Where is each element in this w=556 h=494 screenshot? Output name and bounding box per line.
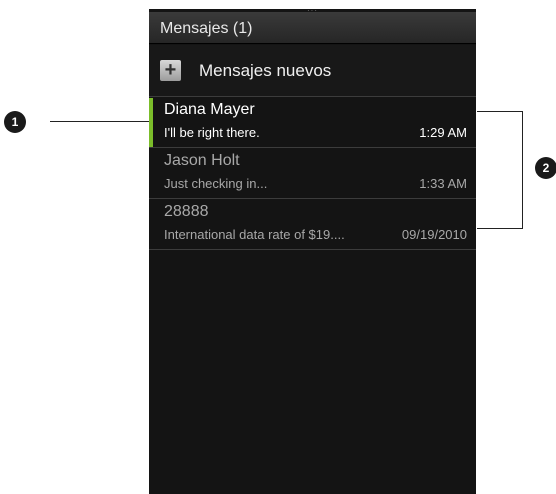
message-preview: International data rate of $19....: [164, 227, 345, 242]
unread-indicator: [149, 98, 153, 147]
list-item[interactable]: Jason Holt Just checking in... 1:33 AM: [149, 147, 476, 198]
new-message-button[interactable]: + Mensajes nuevos: [149, 45, 476, 96]
message-time: 09/19/2010: [401, 227, 467, 242]
title-bar: Mensajes (1): [149, 12, 476, 44]
sender-name: Diana Mayer: [164, 101, 255, 118]
message-time: 1:33 AM: [419, 176, 467, 191]
phone-screen: ··· Mensajes (1) + Mensajes nuevos Diana…: [149, 9, 476, 494]
callout-2: 2: [535, 157, 556, 179]
new-message-label: Mensajes nuevos: [199, 61, 332, 80]
message-preview: Just checking in...: [164, 176, 268, 191]
sender-name: Jason Holt: [164, 152, 240, 169]
message-preview: I'll be right there.: [164, 125, 260, 140]
callout-2-bracket: [477, 111, 523, 229]
list-item[interactable]: Diana Mayer I'll be right there. 1:29 AM: [149, 96, 476, 147]
message-time: 1:29 AM: [419, 125, 467, 140]
callout-1-leader-line: [50, 121, 149, 122]
callout-1: 1: [4, 111, 26, 133]
sender-name: 28888: [164, 203, 209, 220]
list-item[interactable]: 28888 International data rate of $19....…: [149, 198, 476, 250]
page-title: Mensajes (1): [160, 20, 253, 37]
plus-icon: +: [160, 60, 181, 81]
